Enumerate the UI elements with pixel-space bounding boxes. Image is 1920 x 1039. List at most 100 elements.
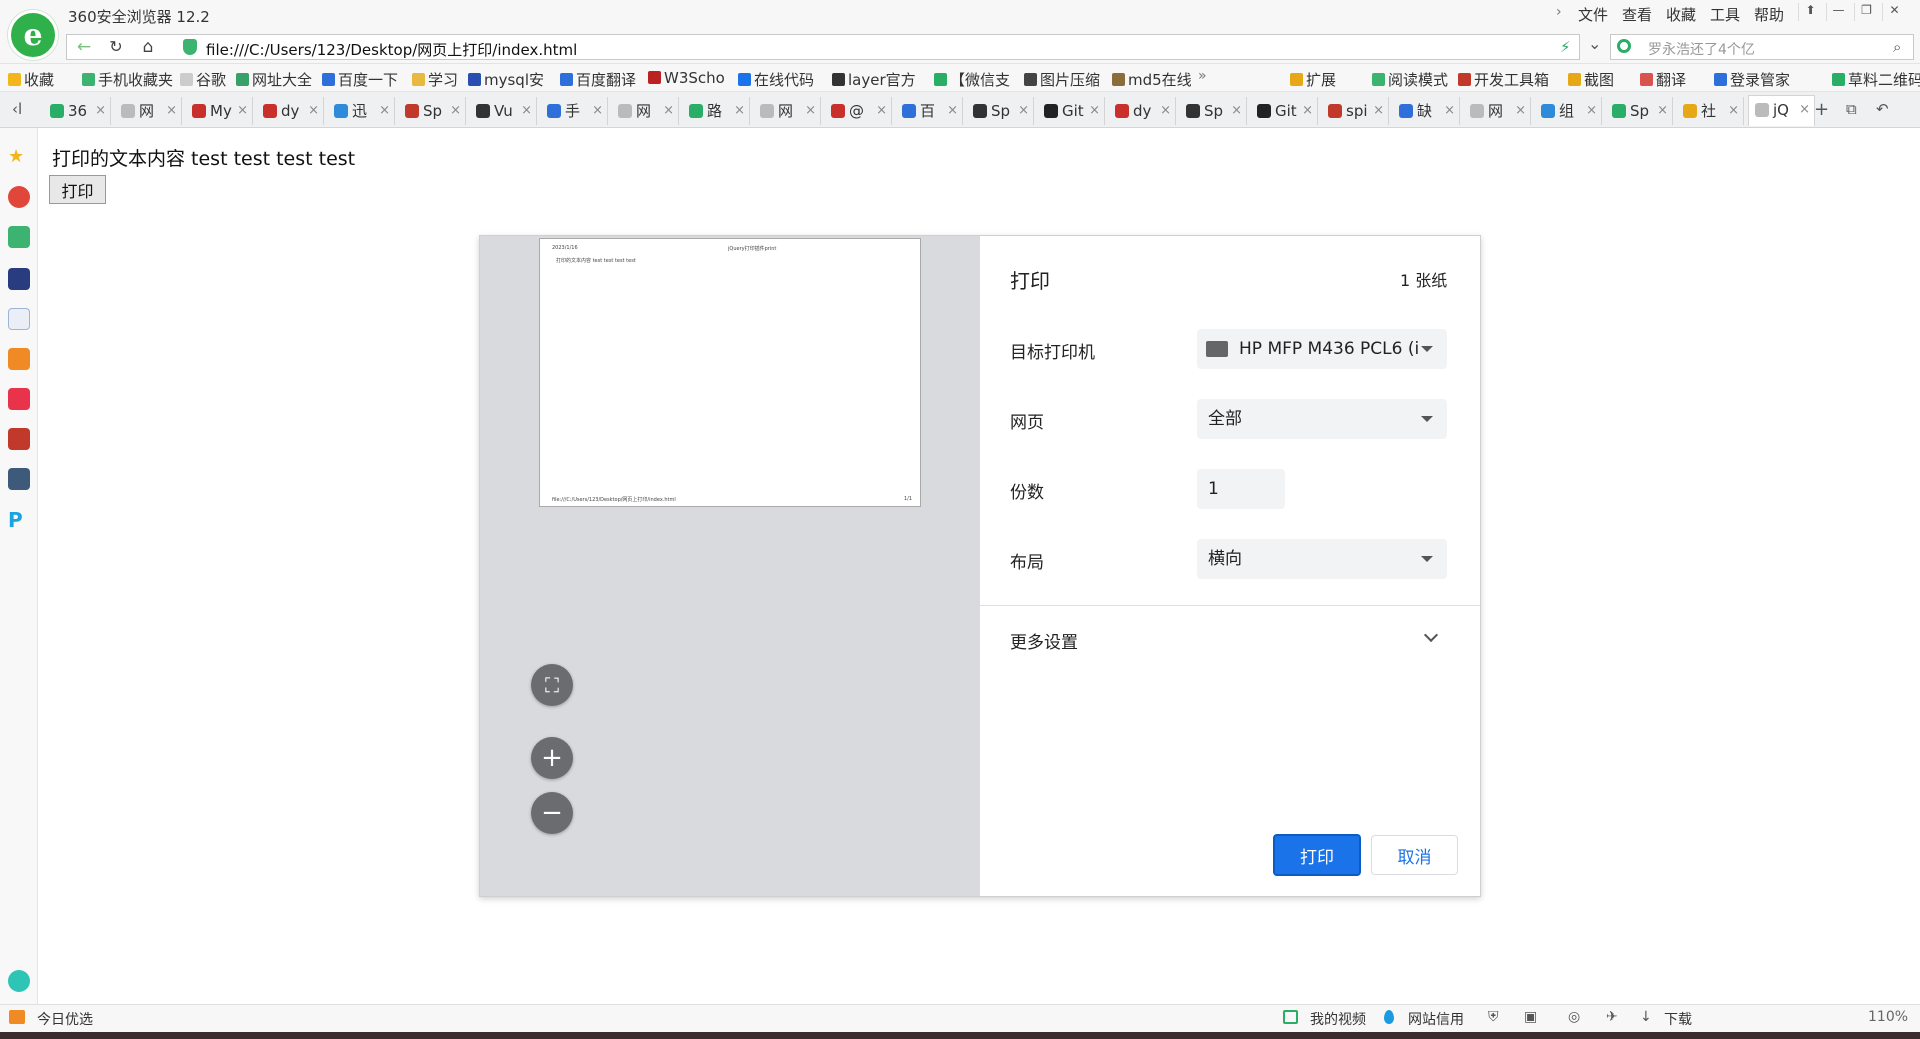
reload-icon[interactable]: ↻ xyxy=(104,36,128,58)
fit-to-page-icon[interactable]: ⛶ xyxy=(531,664,573,706)
browser-logo[interactable]: e xyxy=(8,10,58,60)
tab-item[interactable]: 网 × xyxy=(115,97,182,125)
tab-close-icon[interactable]: × xyxy=(663,97,674,125)
image-status-icon[interactable]: ▣ xyxy=(1524,1009,1537,1025)
sidebar-mail-icon[interactable] xyxy=(8,226,30,248)
print-button[interactable]: 打印 xyxy=(1273,834,1361,876)
bookmark-item[interactable]: 扩展 xyxy=(1290,69,1336,90)
bookmark-item[interactable]: 草料二维码 xyxy=(1832,69,1920,90)
bookmark-item[interactable]: 截图 xyxy=(1568,69,1614,90)
bookmark-item[interactable]: W3Scho xyxy=(648,69,725,87)
status-site-credit[interactable]: 网站信用 xyxy=(1408,1009,1464,1029)
tab-close-icon[interactable]: × xyxy=(947,97,958,125)
layout-select[interactable]: 横向 xyxy=(1197,539,1447,579)
back-icon[interactable]: ← xyxy=(72,36,96,58)
bookmark-item[interactable]: 阅读模式 xyxy=(1372,69,1448,90)
tab-close-icon[interactable]: × xyxy=(734,97,745,125)
tab-item[interactable]: Sp × xyxy=(967,97,1034,125)
tab-item[interactable]: 36 × xyxy=(44,97,111,125)
maximize-button[interactable]: ❐ xyxy=(1854,3,1878,21)
secure-shield-icon[interactable] xyxy=(183,39,197,55)
bookmark-item[interactable]: 谷歌 xyxy=(180,69,226,90)
tab-item[interactable]: Sp × xyxy=(1606,97,1673,125)
sidebar-novel-icon[interactable] xyxy=(8,348,30,370)
status-my-video[interactable]: 我的视频 xyxy=(1310,1009,1366,1029)
bookmark-item[interactable]: 【微信支 xyxy=(934,69,1010,90)
video-icon[interactable] xyxy=(1283,1010,1298,1024)
tab-close-icon[interactable]: × xyxy=(1515,97,1526,125)
menu-view[interactable]: 查看 xyxy=(1622,4,1652,25)
tab-item[interactable]: 路 × xyxy=(683,97,750,125)
tab-scroll-left-icon[interactable]: ‹l xyxy=(12,100,22,118)
tab-item[interactable]: 百 × xyxy=(896,97,963,125)
tab-close-icon[interactable]: × xyxy=(95,97,106,125)
url-text[interactable]: file:///C:/Users/123/Desktop/网页上打印/index… xyxy=(206,39,577,60)
sidebar-favorites-icon[interactable]: ★ xyxy=(8,146,30,168)
tab-close-icon[interactable]: × xyxy=(521,97,532,125)
sidebar-plus-icon[interactable] xyxy=(8,970,30,992)
tab-close-icon[interactable]: × xyxy=(166,97,177,125)
new-tab-icon[interactable]: + xyxy=(1814,99,1829,120)
tab-item[interactable]: My × xyxy=(186,97,253,125)
shield-status-icon[interactable]: ⛨ xyxy=(1488,1009,1499,1025)
minimize-button[interactable]: — xyxy=(1826,3,1850,21)
undo-close-icon[interactable]: ↶ xyxy=(1876,100,1889,118)
close-window-button[interactable]: ✕ xyxy=(1882,3,1906,21)
tab-item[interactable]: Git × xyxy=(1251,97,1318,125)
lightning-icon[interactable]: ⚡ xyxy=(1560,38,1571,56)
tab-close-icon[interactable]: × xyxy=(450,97,461,125)
tab-close-icon[interactable]: × xyxy=(592,97,603,125)
sidebar-game2-icon[interactable] xyxy=(8,468,30,490)
menu-chevron-icon[interactable]: › xyxy=(1556,4,1562,20)
tab-close-icon[interactable]: × xyxy=(1089,97,1100,125)
menu-tools[interactable]: 工具 xyxy=(1710,4,1740,25)
tab-close-icon[interactable]: × xyxy=(1657,97,1668,125)
tab-item[interactable]: 手 × xyxy=(541,97,608,125)
bookmark-item[interactable]: 学习 xyxy=(412,69,458,90)
bookmark-item[interactable]: layer官方 xyxy=(832,69,916,90)
bookmark-item[interactable]: 开发工具箱 xyxy=(1458,69,1549,90)
page-print-button[interactable]: 打印 xyxy=(49,175,106,204)
more-settings-toggle[interactable]: 更多设置 xyxy=(1010,628,1078,653)
bookmark-item[interactable]: 收藏 xyxy=(8,69,54,90)
sidebar-weibo-icon[interactable] xyxy=(8,186,30,208)
zoom-in-icon[interactable]: + xyxy=(531,737,573,779)
sidebar-shop-icon[interactable] xyxy=(8,388,30,410)
tab-close-icon[interactable]: × xyxy=(805,97,816,125)
bookmark-item[interactable]: md5在线 xyxy=(1112,69,1192,90)
bookmark-item[interactable]: 翻译 xyxy=(1640,69,1686,90)
tab-item[interactable]: @ × xyxy=(825,97,892,125)
tab-item[interactable]: 网 × xyxy=(1464,97,1531,125)
sidebar-doc-icon[interactable] xyxy=(8,308,30,330)
tab-close-icon[interactable]: × xyxy=(1373,97,1384,125)
tab-item[interactable]: 缺 × xyxy=(1393,97,1460,125)
tab-item[interactable]: dy × xyxy=(257,97,324,125)
menu-help[interactable]: 帮助 xyxy=(1754,4,1784,25)
tab-close-icon[interactable]: × xyxy=(1160,97,1171,125)
pages-select[interactable]: 全部 xyxy=(1197,399,1447,439)
tab-close-icon[interactable]: × xyxy=(1799,96,1810,124)
menu-favorites[interactable]: 收藏 xyxy=(1666,4,1696,25)
tab-close-icon[interactable]: × xyxy=(876,97,887,125)
tab-item[interactable]: jQ × xyxy=(1748,95,1815,126)
tab-close-icon[interactable]: × xyxy=(379,97,390,125)
tab-item[interactable]: 网 × xyxy=(612,97,679,125)
bookmark-item[interactable]: 手机收藏夹 xyxy=(82,69,173,90)
tab-close-icon[interactable]: × xyxy=(237,97,248,125)
bookmark-item[interactable]: mysql安 xyxy=(468,69,544,90)
bookmark-item[interactable]: 图片压缩 xyxy=(1024,69,1100,90)
tab-item[interactable]: spi × xyxy=(1322,97,1389,125)
speed-status-icon[interactable]: ◎ xyxy=(1568,1009,1580,1025)
zoom-level[interactable]: 110% xyxy=(1868,1009,1908,1025)
tab-close-icon[interactable]: × xyxy=(1586,97,1597,125)
bookmark-item[interactable]: 网址大全 xyxy=(236,69,312,90)
search-input[interactable]: 罗永浩还了4个亿 xyxy=(1648,39,1755,59)
tab-item[interactable]: Git × xyxy=(1038,97,1105,125)
tab-list-icon[interactable]: ⧉ xyxy=(1846,100,1857,118)
menu-file[interactable]: 文件 xyxy=(1578,4,1608,25)
tab-item[interactable]: 网 × xyxy=(754,97,821,125)
sidebar-game-icon[interactable] xyxy=(8,428,30,450)
bookmark-item[interactable]: 百度一下 xyxy=(322,69,398,90)
tab-close-icon[interactable]: × xyxy=(308,97,319,125)
bookmark-item[interactable]: 百度翻译 xyxy=(560,69,636,90)
